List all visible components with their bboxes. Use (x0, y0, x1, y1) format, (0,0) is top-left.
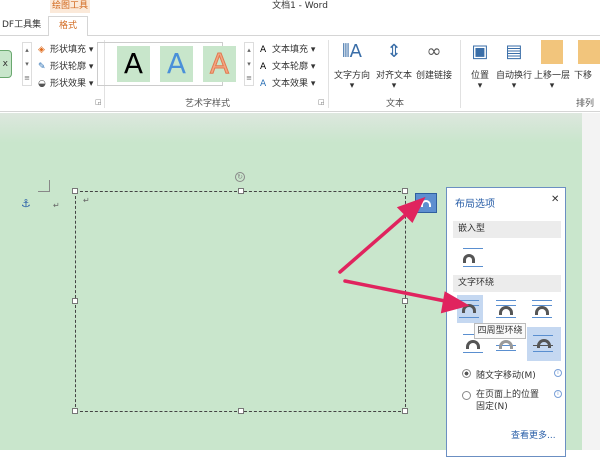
arrow-to-wrap-square (343, 279, 452, 304)
arrow-to-layout-button (338, 209, 412, 274)
arrowhead (440, 291, 470, 314)
annotation-arrows (338, 196, 470, 314)
